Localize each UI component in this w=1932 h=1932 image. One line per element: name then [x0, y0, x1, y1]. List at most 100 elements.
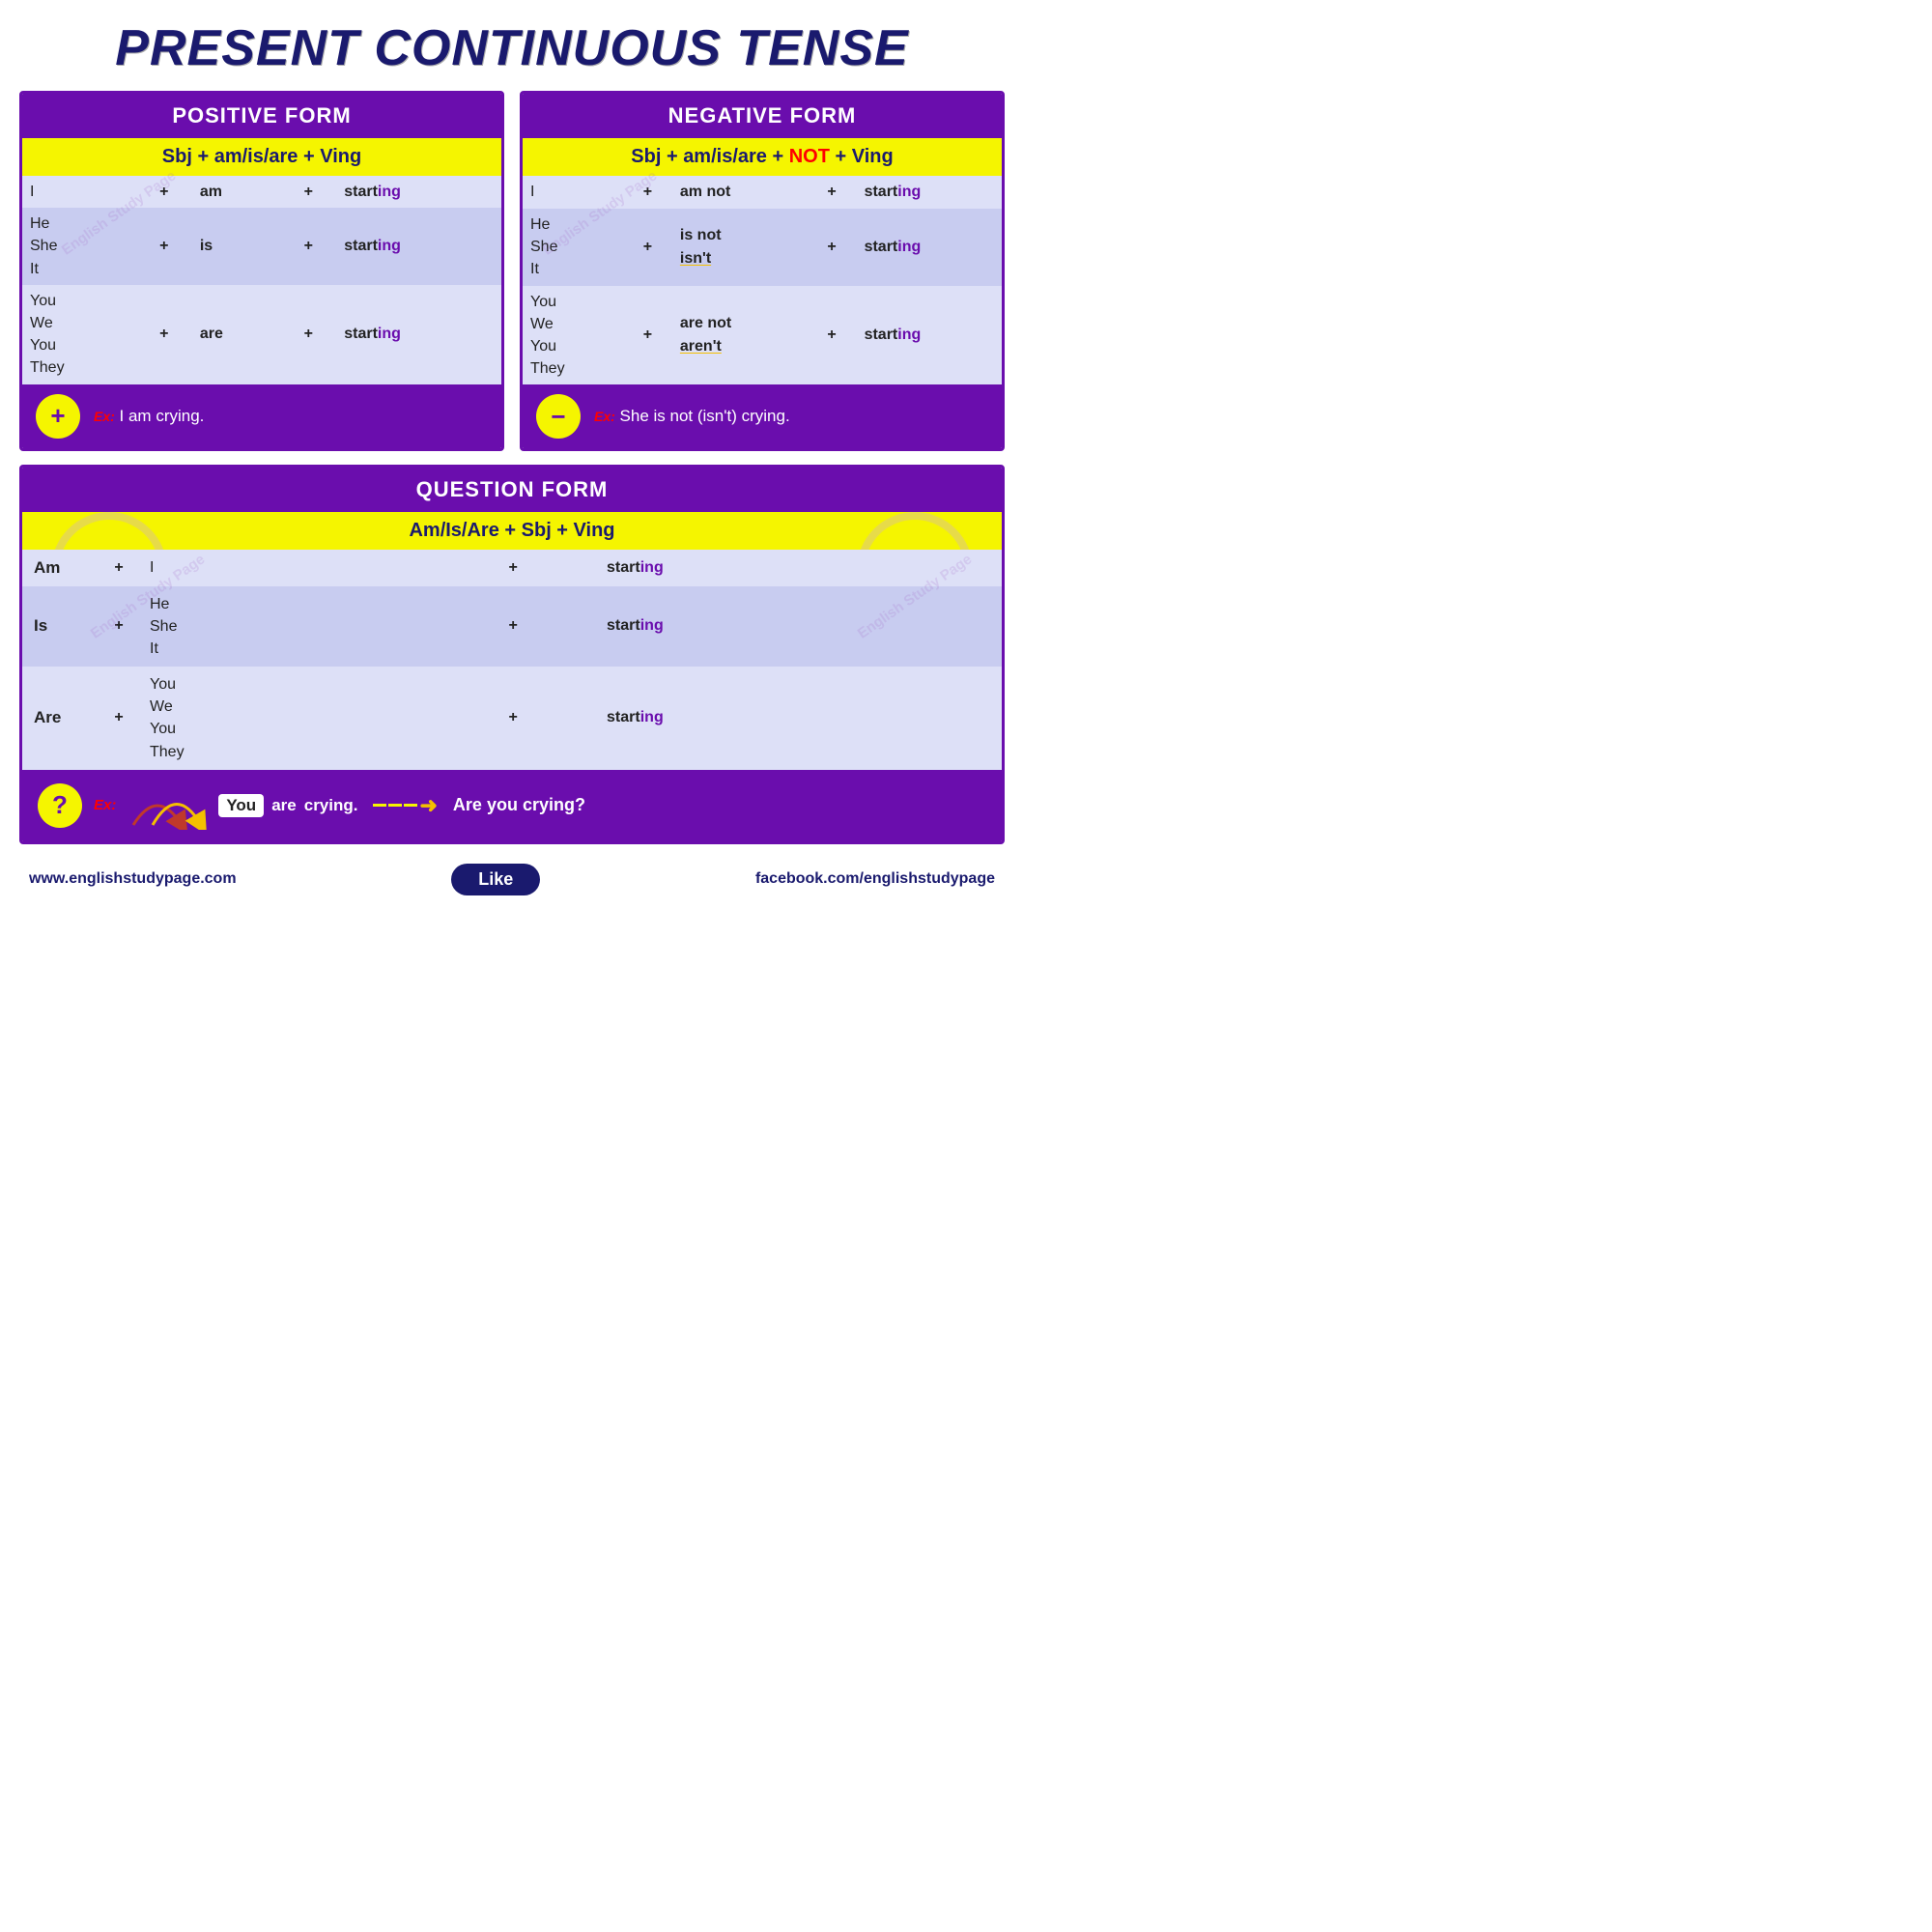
question-formula: Am/Is/Are + Sbj + Ving: [22, 512, 1002, 550]
negative-table: I + am not + starting HeSheIt + is not i…: [523, 176, 1002, 384]
dash2: [388, 804, 402, 807]
like-button[interactable]: Like: [451, 864, 540, 895]
plus-sign: +: [808, 286, 857, 385]
question-example-content: Ex: You are crying.: [94, 781, 986, 830]
table-row: HeSheIt + is + starting: [22, 208, 501, 285]
are-word: are: [271, 796, 297, 815]
plus-sign: +: [808, 176, 857, 209]
dashed-arrow: ➜: [373, 793, 437, 818]
plus-sign: +: [99, 550, 138, 585]
arch-left-deco: [51, 512, 167, 550]
arch-right-deco: [857, 512, 973, 550]
ex-label: Ex:: [594, 409, 615, 424]
neg-verb-cell: are not aren't: [672, 286, 808, 385]
starting-cell: starting: [857, 209, 1002, 286]
negative-example-text: Ex: She is not (isn't) crying.: [594, 407, 790, 426]
subject-cell: YouWeYouThey: [138, 667, 431, 770]
plus-sign: +: [136, 285, 192, 384]
table-row: Is + HeSheIt + starting: [22, 586, 1002, 668]
question-table: Am + I + starting Is + HeSheIt + startin…: [22, 550, 1002, 770]
plus-sign: +: [280, 285, 336, 384]
plus-sign: +: [99, 586, 138, 668]
plus-sign: +: [623, 209, 672, 286]
positive-header: POSITIVE FORM: [22, 94, 501, 138]
table-row: YouWeYouThey + are not aren't + starting: [523, 286, 1002, 385]
footer-right-url: facebook.com/englishstudypage: [755, 870, 995, 888]
aux-cell: Am: [22, 550, 99, 585]
negative-header: NEGATIVE FORM: [523, 94, 1002, 138]
table-row: Are + YouWeYouThey + starting: [22, 667, 1002, 770]
plus-sign: +: [280, 208, 336, 285]
verb-cell: are: [192, 285, 281, 384]
ex-label: Ex:: [94, 797, 116, 813]
starting-cell: starting: [336, 208, 501, 285]
ex-label: Ex:: [94, 409, 115, 424]
plus-sign: +: [623, 286, 672, 385]
starting-cell: starting: [336, 176, 501, 208]
table-row: YouWeYouThey + are + starting: [22, 285, 501, 384]
formula-end: + Ving: [830, 146, 894, 167]
negative-table-body: English Study Page I + am not + starting…: [523, 176, 1002, 384]
plus-sign: +: [431, 550, 595, 585]
footer-left-url: www.englishstudypage.com: [29, 870, 237, 888]
arrow-icon: ➜: [419, 793, 437, 818]
negative-badge: −: [536, 394, 581, 439]
question-form-panel: QUESTION FORM Am/Is/Are + Sbj + Ving Eng…: [19, 465, 1005, 844]
starting-cell: starting: [336, 285, 501, 384]
subject-cell: I: [523, 176, 623, 209]
table-row: HeSheIt + is not isn't + starting: [523, 209, 1002, 286]
negative-formula: Sbj + am/is/are + NOT + Ving: [523, 138, 1002, 176]
subject-cell: HeSheIt: [138, 586, 431, 668]
positive-formula: Sbj + am/is/are + Ving: [22, 138, 501, 176]
formula-not: NOT: [789, 146, 830, 167]
negative-example-row: − Ex: She is not (isn't) crying.: [523, 384, 1002, 448]
positive-example-sentence: I am crying.: [120, 407, 205, 425]
footer: www.englishstudypage.com Like facebook.c…: [19, 858, 1005, 901]
positive-badge: +: [36, 394, 80, 439]
negative-example-sentence: She is not (isn't) crying.: [620, 407, 790, 425]
positive-table: I + am + starting HeSheIt + is + startin…: [22, 176, 501, 384]
question-example-row: ? Ex: You are crying.: [22, 770, 1002, 841]
starting-cell: starting: [595, 667, 1002, 770]
dash1: [373, 804, 386, 807]
dash3: [404, 804, 417, 807]
subject-cell: YouWeYouThey: [523, 286, 623, 385]
question-formula-text: Am/Is/Are + Sbj + Ving: [409, 520, 614, 541]
starting-cell: starting: [857, 286, 1002, 385]
starting-cell: starting: [595, 550, 1002, 585]
subject-cell: HeSheIt: [523, 209, 623, 286]
plus-sign: +: [808, 209, 857, 286]
subject-cell: I: [22, 176, 136, 208]
aux-cell: Are: [22, 667, 99, 770]
table-row: I + am not + starting: [523, 176, 1002, 209]
neg-verb-cell: is not isn't: [672, 209, 808, 286]
plus-sign: +: [280, 176, 336, 208]
subject-cell: YouWeYouThey: [22, 285, 136, 384]
verb-cell: is: [192, 208, 281, 285]
plus-sign: +: [431, 667, 595, 770]
subject-cell: HeSheIt: [22, 208, 136, 285]
negative-form-panel: NEGATIVE FORM Sbj + am/is/are + NOT + Vi…: [520, 91, 1005, 451]
positive-example-text: Ex: I am crying.: [94, 407, 204, 426]
you-word: You: [218, 794, 264, 817]
crying-word: crying.: [304, 796, 358, 815]
verb-cell: am: [192, 176, 281, 208]
question-badge: ?: [38, 783, 82, 828]
table-row: Am + I + starting: [22, 550, 1002, 585]
aux-cell: Is: [22, 586, 99, 668]
table-row: I + am + starting: [22, 176, 501, 208]
formula-base: Sbj + am/is/are +: [631, 146, 788, 167]
question-table-body: English Study Page English Study Page Am…: [22, 550, 1002, 770]
neg-verb-cell: am not: [672, 176, 808, 209]
plus-sign: +: [623, 176, 672, 209]
positive-table-body: English Study Page I + am + starting HeS…: [22, 176, 501, 384]
positive-form-panel: POSITIVE FORM Sbj + am/is/are + Ving Eng…: [19, 91, 504, 451]
starting-cell: starting: [595, 586, 1002, 668]
positive-example-row: + Ex: I am crying.: [22, 384, 501, 448]
starting-cell: starting: [857, 176, 1002, 209]
question-header: QUESTION FORM: [22, 468, 1002, 512]
plus-sign: +: [431, 586, 595, 668]
page-title: PRESENT CONTINUOUS TENSE: [19, 10, 1005, 91]
plus-sign: +: [136, 208, 192, 285]
plus-sign: +: [136, 176, 192, 208]
